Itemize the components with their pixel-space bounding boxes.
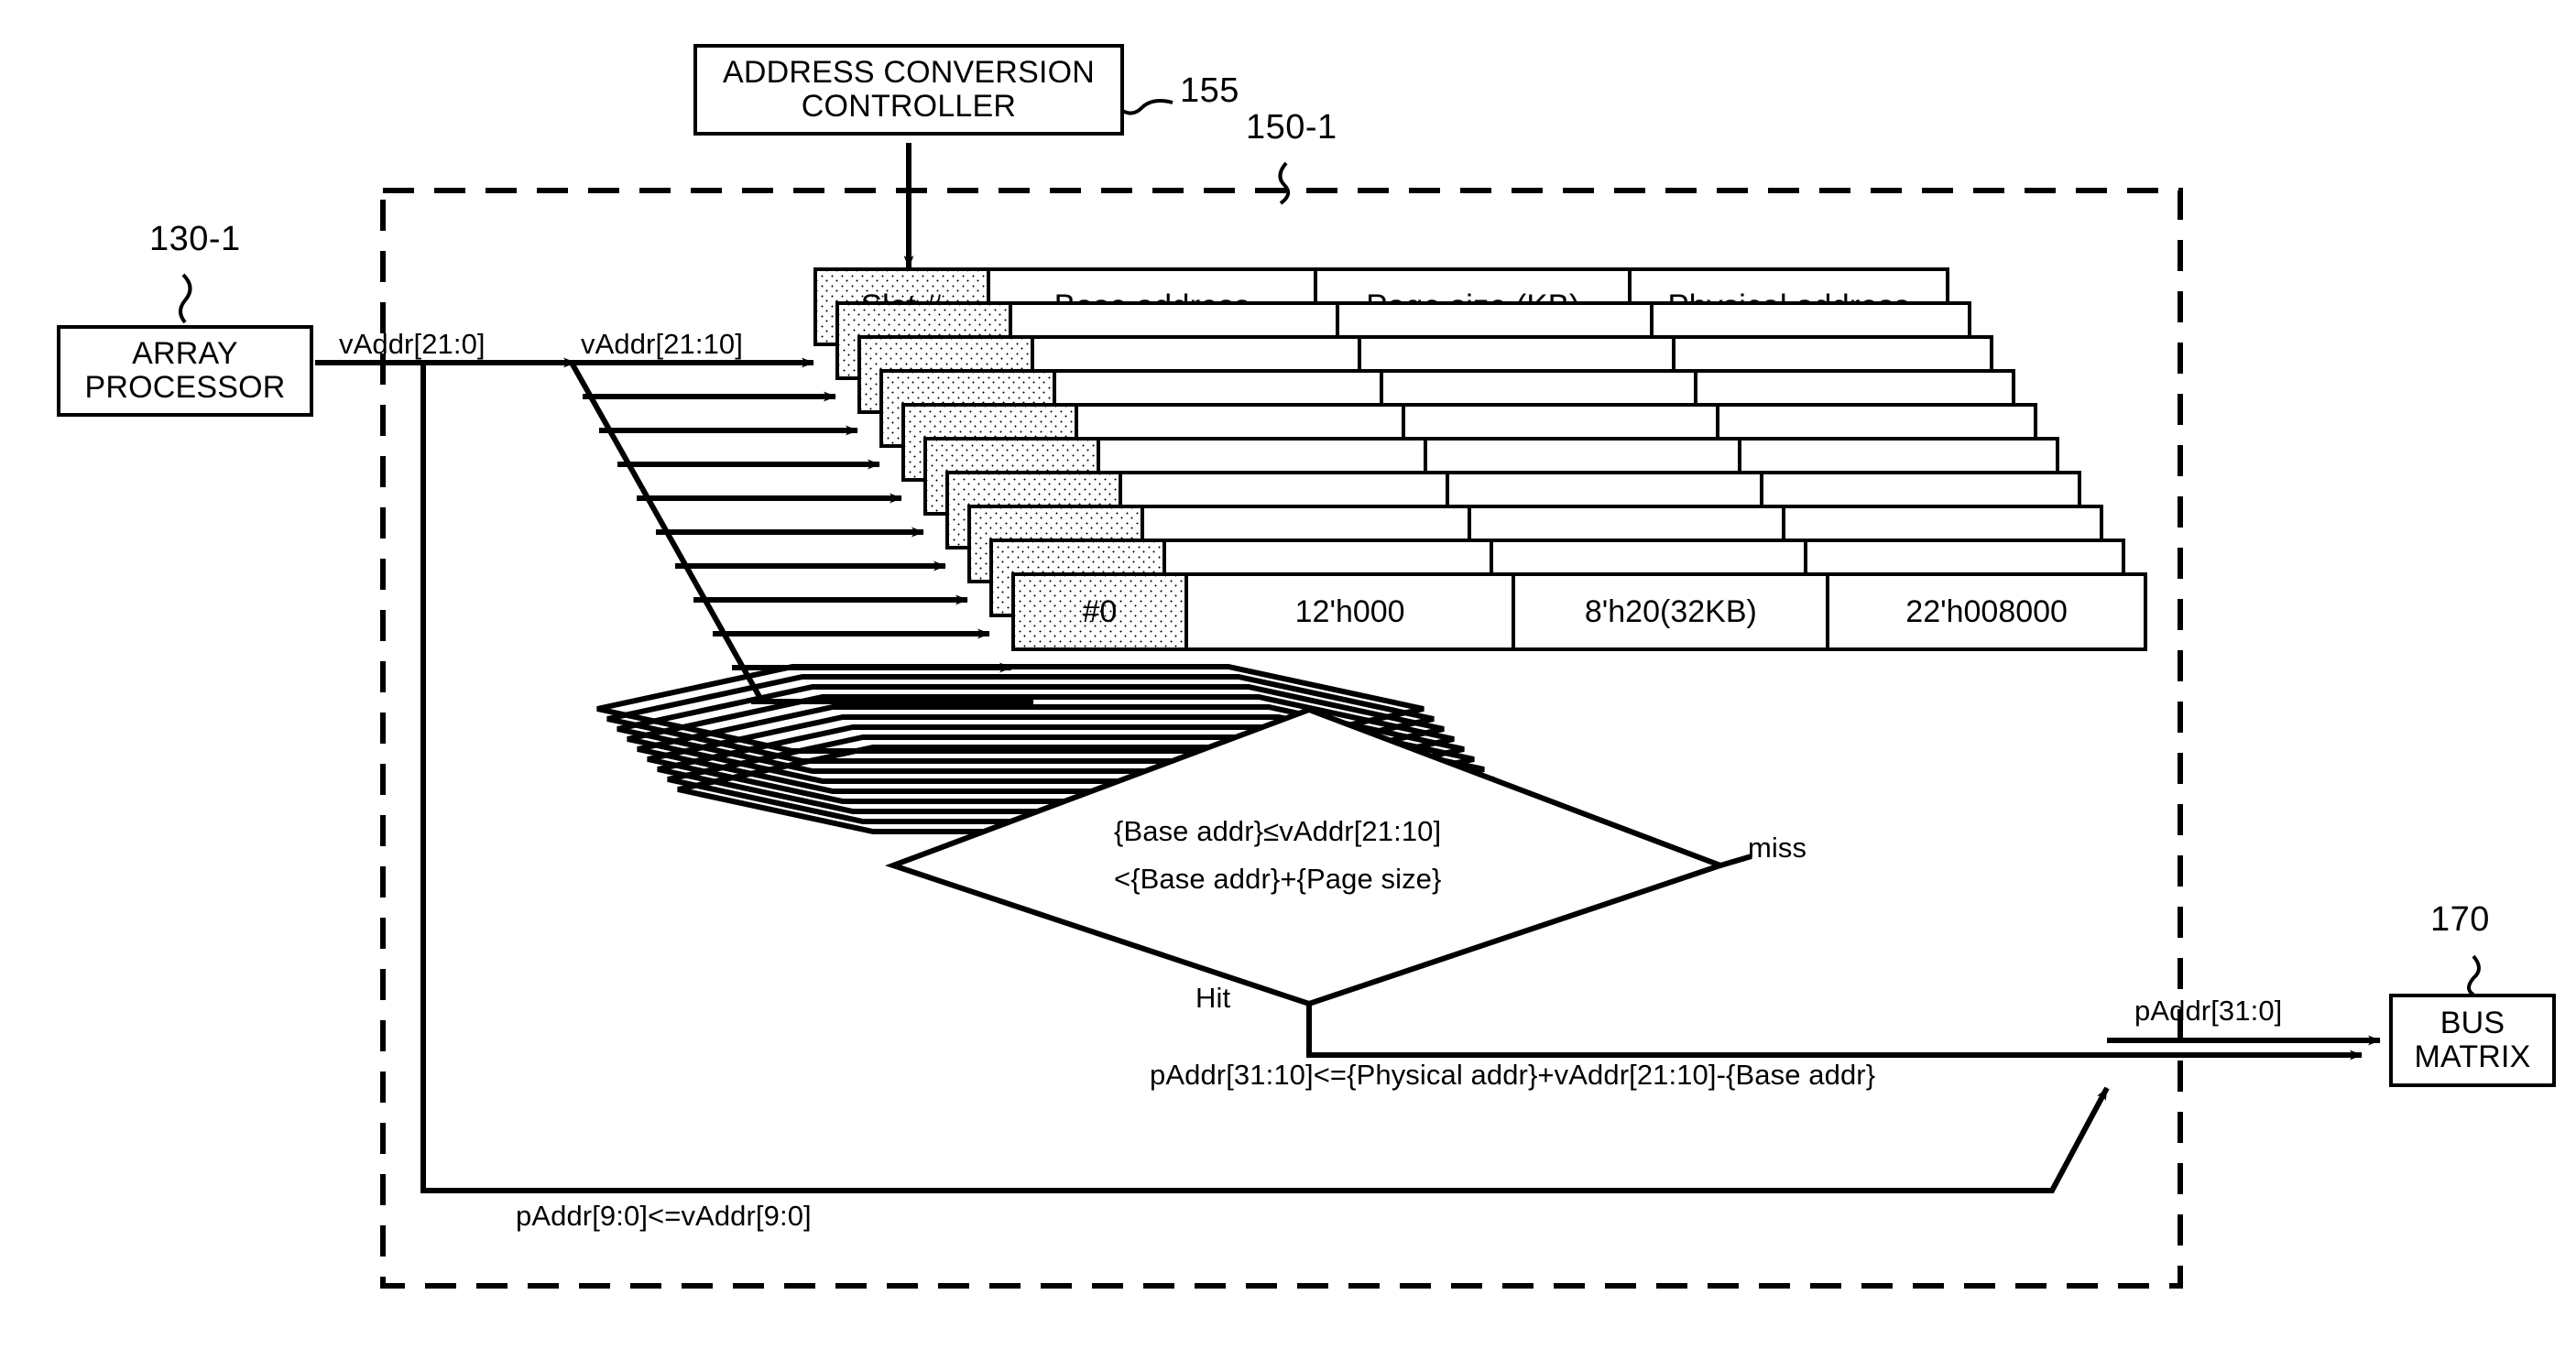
array-processor-label: ARRAY PROCESSOR [84,336,286,405]
patent-figure: Slot #Base addressPage size (KB)Physical… [0,0,2576,1360]
signal-label-vaddr-21-0: vAddr[21:0] [339,328,486,360]
slot-table-row-0[interactable]: #0 12'h000 8'h20(32KB) 22'h008000 [1011,572,2147,651]
compare-condition-line1: {Base addr}≤vAddr[21:10] [1114,815,1442,847]
miss-branch [1719,854,1752,868]
reference-numeral-155: 155 [1180,71,1239,110]
reference-numeral-170: 170 [2430,900,2490,939]
address-conversion-controller-label: ADDRESS CONVERSION CONTROLLER [722,55,1095,124]
signal-label-paddr-31-0: pAddr[31:0] [2134,995,2283,1027]
diagram-connectors [179,99,2481,1289]
reference-numeral-130-1: 130-1 [149,220,241,258]
leader-150-1 [1278,161,1291,205]
slot-table-cell-3: 22'h008000 [1905,593,2068,629]
signal-label-vaddr-21-10: vAddr[21:10] [581,328,743,360]
address-conversion-controller-block[interactable]: ADDRESS CONVERSION CONTROLLER [693,44,1128,139]
bypass-output-formula: pAddr[9:0]<=vAddr[9:0] [516,1200,812,1232]
hit-branch-label: Hit [1195,982,1231,1014]
leader-170 [2467,954,2481,996]
leader-130-1 [179,273,192,324]
leader-155 [1119,99,1173,115]
slot-table-cell-0: #0 [1015,576,1188,647]
bus-matrix-block[interactable]: BUS MATRIX [2389,994,2560,1091]
reference-numeral-150-1: 150-1 [1246,108,1337,147]
comparator-diamond [884,706,1729,1007]
slot-table-cell-2: 8'h20(32KB) [1515,576,1830,647]
bus-matrix-label: BUS MATRIX [2414,1006,2531,1074]
slot-table-cell-1: 12'h000 [1188,576,1516,647]
compare-condition-line2: <{Base addr}+{Page size} [1114,863,1442,895]
array-processor-block[interactable]: ARRAY PROCESSOR [57,325,317,420]
miss-branch-label: miss [1748,832,1807,864]
hit-output-formula: pAddr[31:10]<={Physical addr}+vAddr[21:1… [1150,1059,1876,1091]
